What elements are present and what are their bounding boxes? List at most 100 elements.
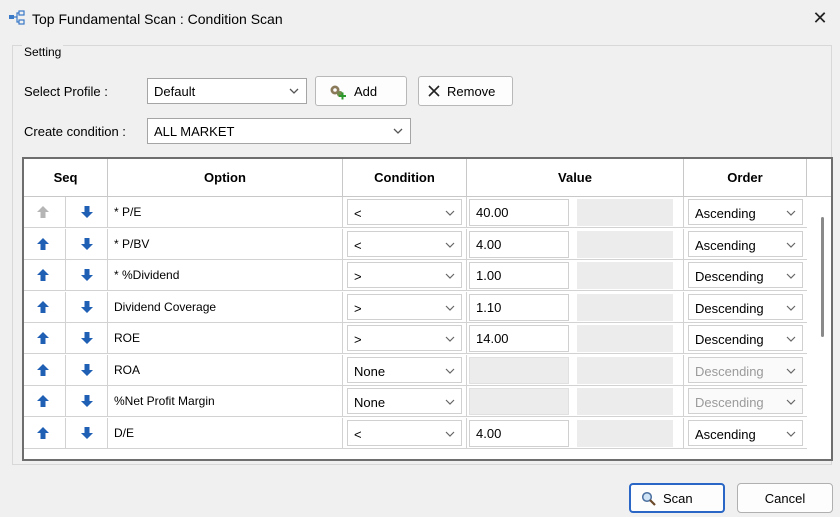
arrow-down-icon[interactable] — [80, 331, 94, 345]
add-button-label: Add — [354, 84, 378, 99]
order-select[interactable]: Ascending — [688, 419, 803, 446]
arrow-up-icon — [37, 206, 49, 218]
move-down-cell[interactable] — [66, 291, 108, 323]
move-up-cell[interactable] — [24, 354, 66, 386]
chevron-down-icon — [786, 305, 796, 311]
move-down-cell[interactable] — [66, 386, 108, 417]
move-up-cell[interactable] — [24, 323, 66, 354]
value-text: 4.00 — [476, 236, 502, 252]
order-value: Ascending — [695, 426, 756, 442]
option-text: * P/BV — [114, 236, 150, 251]
arrow-up-icon[interactable] — [36, 237, 50, 251]
value-input[interactable]: 4.00 — [469, 419, 569, 447]
chevron-down-icon — [786, 242, 796, 248]
order-cell: Descending — [684, 386, 807, 417]
move-up-cell[interactable] — [24, 386, 66, 417]
order-select[interactable]: Ascending — [688, 199, 803, 225]
order-select[interactable]: Ascending — [688, 230, 803, 257]
value-input[interactable]: 1.00 — [469, 262, 569, 289]
move-up-cell[interactable] — [24, 417, 66, 449]
condition-select[interactable]: None — [347, 388, 462, 414]
value-input[interactable]: 4.00 — [469, 230, 569, 258]
option-cell: %Net Profit Margin — [108, 386, 343, 417]
chevron-down-icon — [445, 305, 455, 311]
move-down-cell[interactable] — [66, 323, 108, 354]
move-up-cell[interactable] — [24, 228, 66, 260]
arrow-down-icon[interactable] — [80, 268, 94, 282]
scrollbar-thumb[interactable] — [821, 217, 824, 337]
arrow-up-icon[interactable] — [36, 394, 50, 408]
arrow-down-icon[interactable] — [80, 205, 94, 219]
value-cell — [467, 354, 684, 386]
profile-select-value: Default — [154, 84, 196, 99]
table-row: * P/E < 40.00 Ascending — [24, 197, 814, 228]
setting-legend: Setting — [22, 45, 64, 59]
chevron-down-icon — [786, 368, 796, 374]
value-input[interactable]: 1.10 — [469, 293, 569, 321]
condition-select[interactable]: < — [347, 419, 462, 446]
table-header: Seq Option Condition Value Order — [24, 159, 831, 197]
condition-select[interactable]: > — [347, 293, 462, 320]
option-text: * P/E — [114, 205, 142, 219]
condition-select[interactable]: > — [347, 262, 462, 288]
option-text: * %Dividend — [114, 268, 180, 282]
chevron-down-icon — [445, 368, 455, 374]
value-secondary-field — [577, 293, 673, 321]
order-select: Descending — [688, 388, 803, 414]
chevron-down-icon — [445, 210, 455, 216]
condition-select[interactable]: < — [347, 230, 462, 257]
condition-select[interactable]: None — [347, 356, 462, 383]
arrow-down-icon[interactable] — [80, 300, 94, 314]
table-row: * P/BV < 4.00 Ascending — [24, 228, 814, 260]
value-cell: 4.00 — [467, 417, 684, 449]
value-text: 14.00 — [476, 331, 509, 346]
select-profile-label: Select Profile : — [24, 84, 108, 99]
order-select[interactable]: Descending — [688, 325, 803, 351]
move-up-cell[interactable] — [24, 260, 66, 291]
arrow-down-icon[interactable] — [80, 237, 94, 251]
arrow-up-icon[interactable] — [36, 300, 50, 314]
order-select[interactable]: Descending — [688, 293, 803, 320]
condition-cell: None — [343, 386, 467, 417]
value-secondary-field — [577, 230, 673, 258]
table-scrollbar[interactable] — [814, 197, 831, 459]
conditions-table: Seq Option Condition Value Order * P/E < — [22, 157, 833, 461]
condition-select[interactable]: < — [347, 199, 462, 225]
scan-button[interactable]: Scan — [629, 483, 725, 513]
arrow-up-icon[interactable] — [36, 331, 50, 345]
value-text: 40.00 — [476, 205, 509, 220]
profile-select[interactable]: Default — [147, 78, 307, 104]
arrow-up-icon[interactable] — [36, 268, 50, 282]
arrow-down-icon[interactable] — [80, 363, 94, 377]
value-cell: 14.00 — [467, 323, 684, 354]
move-down-cell[interactable] — [66, 228, 108, 260]
move-up-cell[interactable] — [24, 291, 66, 323]
arrow-down-icon[interactable] — [80, 426, 94, 440]
move-down-cell[interactable] — [66, 260, 108, 291]
cancel-button-label: Cancel — [764, 491, 806, 506]
value-input[interactable]: 40.00 — [469, 199, 569, 226]
option-cell: Dividend Coverage — [108, 291, 343, 323]
arrow-up-icon[interactable] — [36, 426, 50, 440]
order-cell: Ascending — [684, 418, 807, 449]
value-text: 1.00 — [476, 268, 502, 283]
move-down-cell[interactable] — [66, 417, 108, 449]
option-text: ROE — [114, 331, 141, 345]
cancel-button[interactable]: Cancel — [737, 483, 833, 513]
condition-cell: > — [343, 323, 467, 354]
order-select[interactable]: Descending — [688, 262, 803, 288]
condition-select[interactable]: > — [347, 325, 462, 351]
arrow-up-icon[interactable] — [36, 363, 50, 377]
arrow-down-icon[interactable] — [80, 394, 94, 408]
close-button[interactable]: ✕ — [806, 6, 834, 30]
condition-cell: > — [343, 291, 467, 323]
order-cell: Descending — [684, 292, 807, 323]
move-down-cell[interactable] — [66, 354, 108, 386]
order-value: Descending — [695, 300, 764, 316]
move-down-cell[interactable] — [66, 197, 108, 228]
add-profile-button[interactable]: Add — [315, 76, 407, 106]
chevron-down-icon — [445, 336, 455, 342]
remove-profile-button[interactable]: Remove — [418, 76, 513, 106]
value-input[interactable]: 14.00 — [469, 325, 569, 352]
create-condition-select[interactable]: ALL MARKET — [147, 118, 411, 144]
